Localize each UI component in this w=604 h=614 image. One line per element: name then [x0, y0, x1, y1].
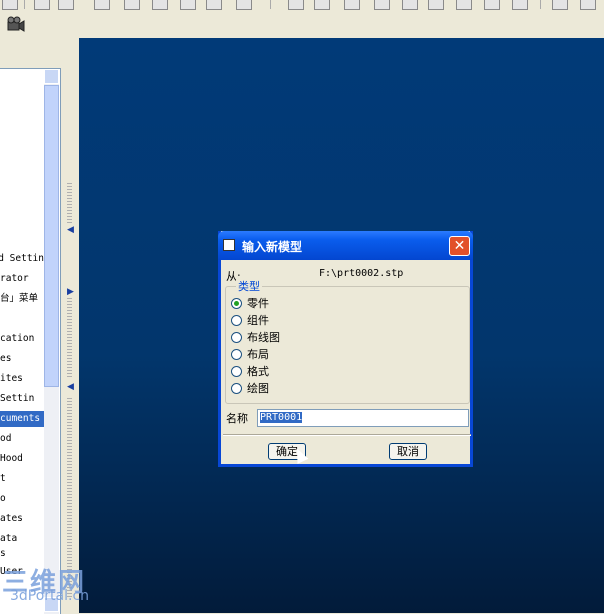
type-option[interactable]: 绘图	[231, 380, 269, 396]
tree-item-label: t	[0, 473, 6, 484]
toolbar-icon[interactable]	[180, 0, 196, 10]
tree-item-label: ites	[0, 373, 23, 384]
tree-item[interactable]: rator	[0, 271, 44, 287]
expand-arrow-icon[interactable]: ▶	[67, 288, 74, 297]
toolbar-icon[interactable]	[94, 0, 110, 10]
tree-item-label: cation	[0, 333, 35, 344]
tree-item[interactable]: od	[0, 431, 44, 447]
toolbar-icon[interactable]	[552, 0, 568, 10]
tree-item[interactable]: ites	[0, 371, 44, 387]
type-option-label: 绘图	[247, 382, 269, 395]
tree-item[interactable]: cation	[0, 331, 44, 347]
tree-item[interactable]: s	[0, 546, 44, 562]
cancel-button[interactable]: 取消	[389, 443, 427, 460]
video-camera-icon[interactable]	[7, 16, 25, 32]
type-option[interactable]: 布线图	[231, 329, 280, 345]
radio-selected-icon[interactable]	[231, 297, 242, 309]
toolbar-icon[interactable]	[512, 0, 528, 10]
tree-item[interactable]: t	[0, 471, 44, 487]
tree-item[interactable]: 台」菜单	[0, 291, 44, 307]
dialog-title-bar[interactable]: 输入新模型 ✕	[218, 231, 473, 260]
type-option-label: 组件	[247, 314, 269, 327]
redo-icon[interactable]	[58, 0, 74, 10]
toolbar-icon[interactable]	[236, 0, 252, 10]
toolbar-icon[interactable]	[484, 0, 500, 10]
copy-icon[interactable]	[124, 0, 140, 10]
tree-item[interactable]: es	[0, 351, 44, 367]
tree-item-label: s	[0, 548, 6, 559]
tree-item-label: od	[0, 433, 12, 444]
dialog-divider	[223, 434, 471, 436]
type-option-label: 布线图	[247, 331, 280, 344]
radio-icon[interactable]	[231, 348, 242, 360]
zoom-out-icon[interactable]	[402, 0, 418, 10]
tree-item-label: o	[0, 493, 6, 504]
tree-item-label: rator	[0, 273, 29, 284]
type-option[interactable]: 零件	[231, 295, 269, 311]
tree-item-label: cuments	[0, 413, 41, 424]
tree-item[interactable]: ates	[0, 511, 44, 527]
type-option[interactable]: 布局	[231, 346, 269, 362]
zoom-in-icon[interactable]	[374, 0, 390, 10]
toolbar-icon[interactable]	[580, 0, 596, 10]
splitter-grip	[67, 298, 72, 378]
folder-tree: d Settin rator 台」菜单 cation es ites Settin cumen…	[0, 68, 61, 614]
toolbar-icon[interactable]	[206, 0, 222, 10]
main-toolbar	[0, 0, 604, 38]
type-option[interactable]: 格式	[231, 363, 269, 379]
name-input-value: PRT0001	[260, 412, 303, 423]
toolbar-separator	[540, 0, 541, 9]
scroll-thumb[interactable]	[44, 85, 59, 387]
from-path: F:\prt0002.stp	[319, 268, 404, 279]
splitter-grip	[67, 183, 72, 223]
radio-icon[interactable]	[231, 314, 242, 326]
toolbar-icon[interactable]	[314, 0, 330, 10]
toolbar-icon[interactable]	[456, 0, 472, 10]
dialog-app-icon	[223, 239, 235, 251]
watermark-url: 3dPortal.cn	[10, 588, 90, 604]
spin-icon[interactable]	[344, 0, 360, 10]
type-option-label: 零件	[247, 297, 269, 310]
tree-item-label: es	[0, 353, 12, 364]
toolbar-icon[interactable]	[288, 0, 304, 10]
type-option-label: 布局	[247, 348, 269, 361]
scroll-up-button[interactable]	[44, 69, 59, 84]
tree-item[interactable]	[0, 311, 44, 327]
name-input[interactable]: PRT0001	[257, 409, 469, 427]
collapse-arrow-icon[interactable]: ◀	[67, 383, 74, 392]
tree-item[interactable]: Settin	[0, 391, 44, 407]
panel-splitter[interactable]: ◀ ▶ ◀	[63, 38, 77, 613]
type-option-label: 格式	[247, 365, 269, 378]
tree-item[interactable]: ata	[0, 531, 44, 547]
left-panel: d Settin rator 台」菜单 cation es ites Settin cumen…	[0, 38, 79, 614]
close-button[interactable]: ✕	[449, 236, 470, 256]
name-label: 名称	[226, 412, 248, 425]
tree-item-label: d Settin	[0, 253, 44, 264]
toolbar-separator	[270, 0, 271, 9]
tree-item[interactable]: o	[0, 491, 44, 507]
collapse-arrow-icon[interactable]: ◀	[67, 226, 74, 235]
radio-icon[interactable]	[231, 331, 242, 343]
undo-icon[interactable]	[34, 0, 50, 10]
tree-item[interactable]: cuments	[0, 411, 44, 427]
tree-item-label: 台」菜单	[0, 293, 39, 304]
dialog-title: 输入新模型	[242, 240, 303, 254]
tree-item-label: ata	[0, 533, 18, 544]
type-group-label: 类型	[236, 278, 262, 294]
tree-scrollbar[interactable]	[44, 69, 59, 614]
type-option[interactable]: 组件	[231, 312, 269, 328]
watermark: 三维网 3dPortal.cn	[2, 562, 89, 604]
tree-item-label: Hood	[0, 453, 23, 464]
toolbar-icon[interactable]	[2, 0, 18, 10]
tree-item[interactable]: Hood	[0, 451, 44, 467]
toolbar-separator	[24, 0, 25, 9]
tree-item[interactable]: d Settin	[0, 251, 44, 267]
tree-item-label: ates	[0, 513, 23, 524]
new-model-dialog: 输入新模型 ✕ 从: F:\prt0002.stp 类型 零件 组件 布线图 布局 格式…	[218, 231, 473, 467]
tree-item-label: Settin	[0, 393, 35, 404]
paste-icon[interactable]	[152, 0, 168, 10]
radio-icon[interactable]	[231, 382, 242, 394]
zoom-fit-icon[interactable]	[428, 0, 444, 10]
radio-icon[interactable]	[231, 365, 242, 377]
